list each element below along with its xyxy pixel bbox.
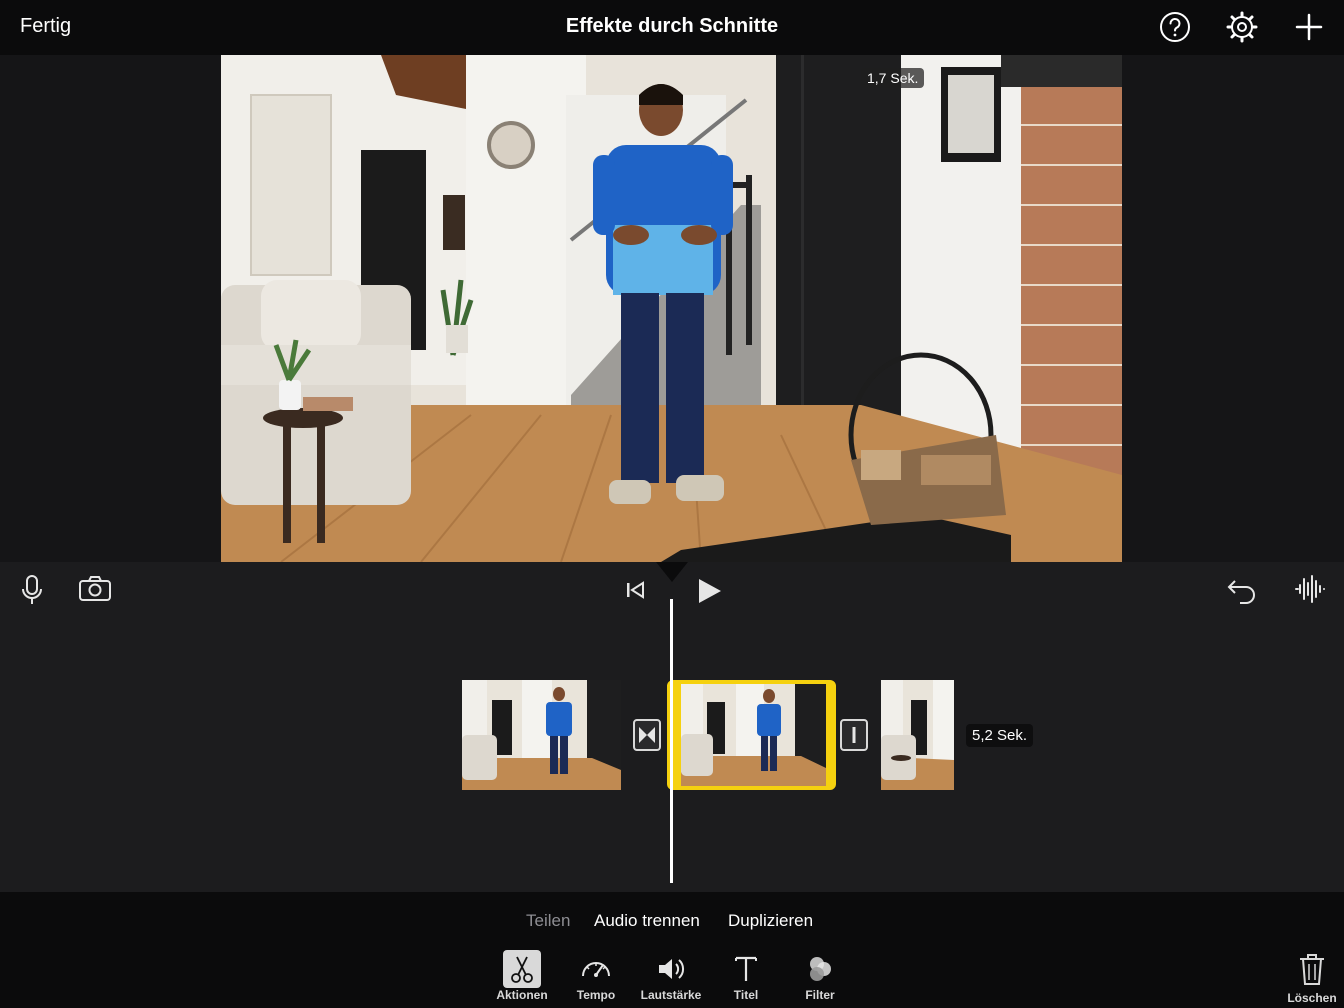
text-icon xyxy=(727,950,765,988)
detach-audio-action[interactable]: Audio trennen xyxy=(594,911,700,931)
tool-volume[interactable]: Lautstärke xyxy=(638,950,704,1002)
tool-titles[interactable]: Titel xyxy=(713,950,779,1002)
timeline-area: 5,2 Sek. xyxy=(0,562,1344,892)
video-preview[interactable]: 1,7 Sek. xyxy=(221,55,1122,562)
duplicate-action[interactable]: Duplizieren xyxy=(728,911,813,931)
settings-gear-icon[interactable] xyxy=(1225,10,1259,44)
speedometer-icon xyxy=(577,950,615,988)
tool-label: Aktionen xyxy=(496,988,548,1002)
speaker-icon xyxy=(652,950,690,988)
transition-none-button[interactable] xyxy=(840,719,868,751)
audio-waveform-icon[interactable] xyxy=(1294,574,1326,604)
camera-icon[interactable] xyxy=(78,576,112,602)
split-action[interactable]: Teilen xyxy=(526,911,570,931)
clip-duration-badge: 5,2 Sek. xyxy=(966,724,1034,747)
crossfade-icon xyxy=(639,727,655,743)
add-icon[interactable] xyxy=(1292,10,1326,44)
tool-actions[interactable]: Aktionen xyxy=(489,950,555,1002)
tool-tempo[interactable]: Tempo xyxy=(563,950,629,1002)
trash-icon xyxy=(1300,954,1324,985)
timeline-clip-1[interactable] xyxy=(462,680,621,790)
help-icon[interactable] xyxy=(1158,10,1192,44)
tool-label: Titel xyxy=(733,988,759,1002)
scissors-icon xyxy=(503,950,541,988)
transition-crossfade-button[interactable] xyxy=(633,719,661,751)
delete-button[interactable]: Löschen xyxy=(1284,952,1340,1005)
playhead-line xyxy=(670,599,673,883)
clip-thumbnail xyxy=(681,684,826,786)
delete-label: Löschen xyxy=(1287,991,1337,1005)
tool-label: Tempo xyxy=(576,988,616,1002)
clip-thumbnail xyxy=(881,680,954,790)
video-viewer: 1,7 Sek. xyxy=(0,55,1344,562)
video-scene-image xyxy=(221,55,1122,562)
play-icon[interactable] xyxy=(696,576,724,606)
skip-to-start-icon[interactable] xyxy=(625,580,647,600)
cut-transition-icon xyxy=(852,727,856,743)
playhead-pointer xyxy=(656,562,688,582)
timeline-clip-2-selected[interactable] xyxy=(667,680,836,790)
top-bar: Fertig Effekte durch Schnitte xyxy=(0,0,1344,55)
microphone-icon[interactable] xyxy=(20,574,44,606)
tool-label: Lautstärke xyxy=(640,988,702,1002)
playhead-time-badge: 1,7 Sek. xyxy=(861,68,925,88)
tool-label: Filter xyxy=(805,988,835,1002)
bottom-toolbar: Teilen Audio trennen Duplizieren Aktione… xyxy=(0,892,1344,1008)
clip-thumbnail xyxy=(462,680,621,790)
undo-icon[interactable] xyxy=(1226,576,1258,604)
page-title: Effekte durch Schnitte xyxy=(565,15,779,37)
filter-circles-icon xyxy=(801,950,839,988)
timeline-clip-3[interactable] xyxy=(881,680,954,790)
tool-filter[interactable]: Filter xyxy=(787,950,853,1002)
